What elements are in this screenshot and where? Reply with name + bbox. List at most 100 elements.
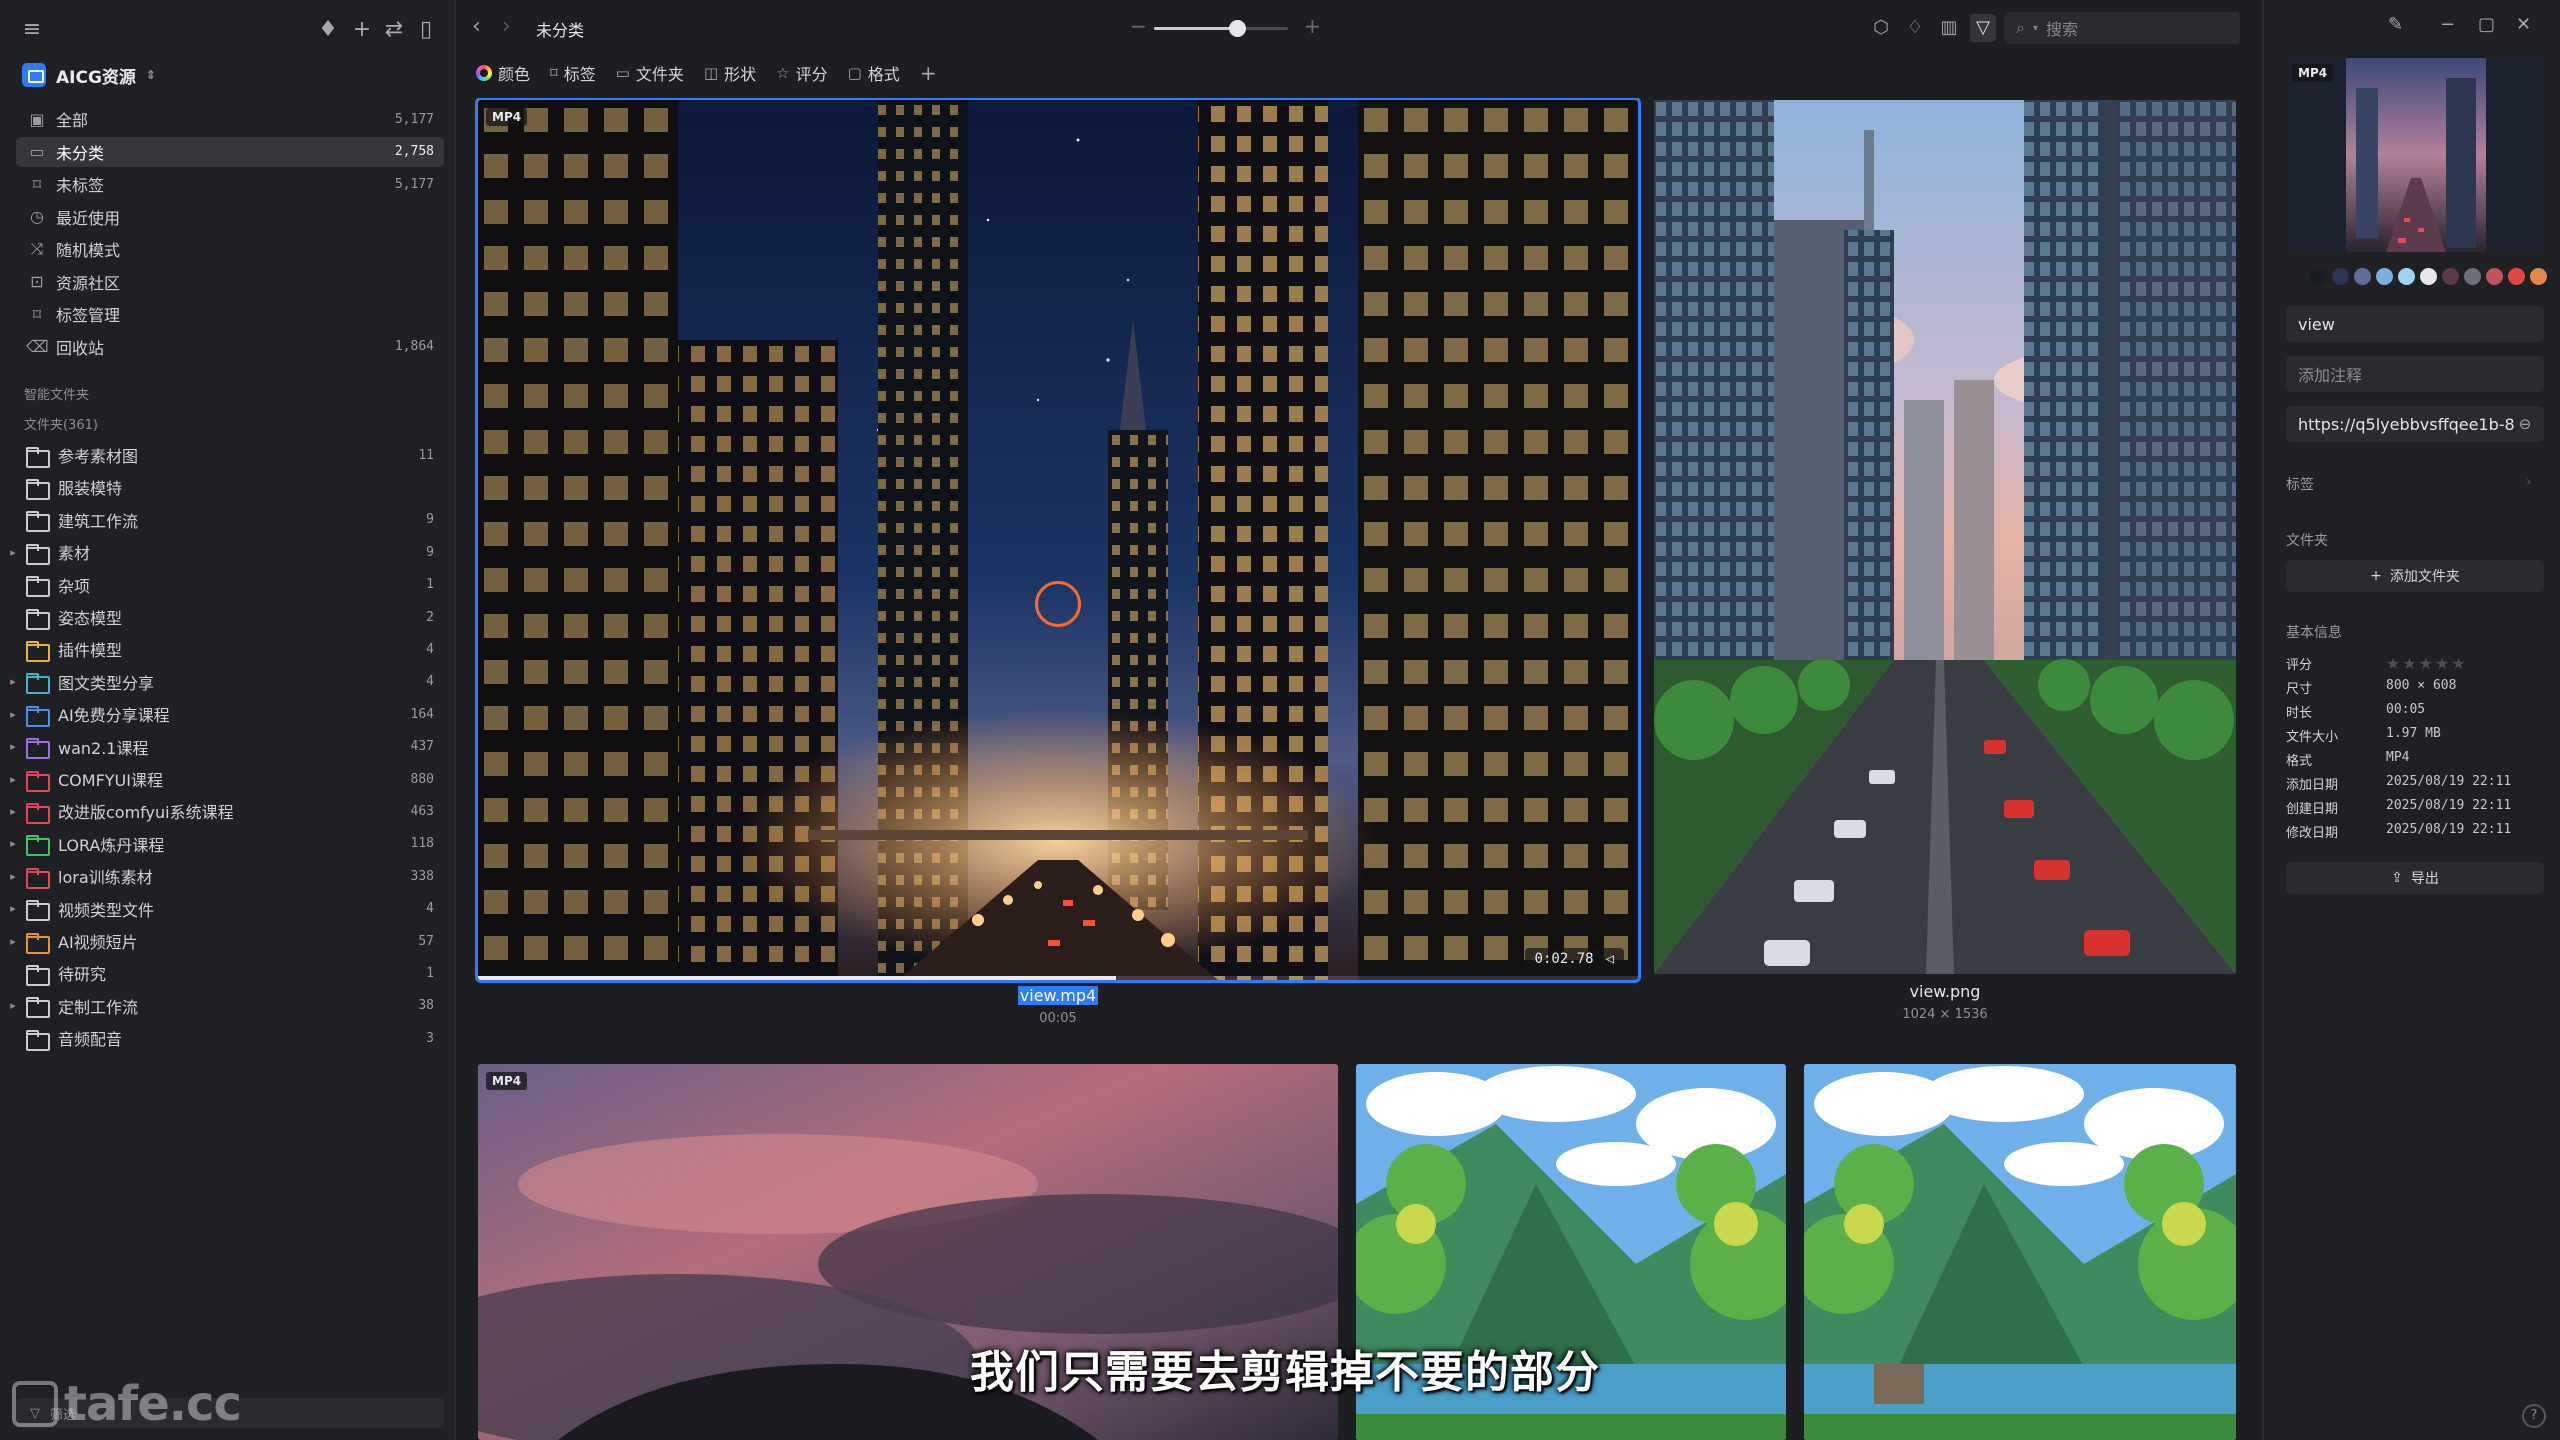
sidebar-nav-item[interactable]: ⌫ 回收站 1,864 <box>16 332 444 362</box>
add-folder-button[interactable]: + 添加文件夹 <box>2286 560 2544 592</box>
expand-arrow-icon[interactable]: ▸ <box>0 708 26 721</box>
color-swatch[interactable] <box>2376 268 2393 285</box>
export-button[interactable]: ⇪ 导出 <box>2286 862 2544 894</box>
asset-name[interactable]: view.mp4 <box>1017 986 1099 1005</box>
zoom-in-icon[interactable]: + <box>1304 14 1321 38</box>
folder-count: 4 <box>426 901 434 917</box>
zoom-out-icon[interactable]: − <box>1130 14 1147 38</box>
folder-item[interactable]: 参考素材图 11 <box>0 440 456 470</box>
pin-icon[interactable]: ♢ <box>1902 14 1928 42</box>
expand-arrow-icon[interactable]: ▸ <box>0 740 26 753</box>
color-swatch[interactable] <box>2332 268 2349 285</box>
folder-item[interactable]: ▸ AI视频短片 57 <box>0 926 456 956</box>
zoom-handle[interactable] <box>1229 20 1247 37</box>
bell-icon[interactable]: ♦ <box>312 14 344 46</box>
expand-arrow-icon[interactable]: ▸ <box>0 870 26 883</box>
pin-window-icon[interactable]: ✎ <box>2388 14 2403 35</box>
back-icon[interactable]: ‹ <box>472 14 481 39</box>
folder-item[interactable]: ▸ 图文类型分享 4 <box>0 667 456 697</box>
color-swatch[interactable] <box>2486 268 2503 285</box>
sidebar-nav-item[interactable]: ⌑ 未标签 5,177 <box>16 169 444 199</box>
sidebar-nav-item[interactable]: ⤨ 随机模式 <box>16 234 444 264</box>
library-switcher[interactable]: AICG资源 ⇕ <box>22 58 156 92</box>
color-swatch[interactable] <box>2530 268 2547 285</box>
color-swatch[interactable] <box>2310 268 2327 285</box>
sidebar-nav-item[interactable]: ▣ 全部 5,177 <box>16 104 444 134</box>
expand-arrow-icon[interactable]: ▸ <box>0 935 26 948</box>
expand-arrow-icon[interactable]: ▸ <box>0 675 26 688</box>
sidebar-nav-item[interactable]: ▭ 未分类 2,758 <box>16 136 444 167</box>
zoom-track[interactable] <box>1154 20 1288 37</box>
filter-rating[interactable]: ☆ 评分 <box>776 61 827 85</box>
filter-color[interactable]: 颜色 <box>476 61 530 85</box>
asset-name[interactable]: view.png <box>1910 982 1981 1001</box>
minimize-icon[interactable]: − <box>2440 14 2455 35</box>
close-icon[interactable]: ✕ <box>2516 14 2531 35</box>
info-row: 修改日期 2025/08/19 22:11 <box>2286 822 2544 846</box>
chevron-right-icon[interactable]: › <box>2526 474 2532 490</box>
smart-folders-heading: 智能文件夹 <box>24 388 90 403</box>
asset-card-image[interactable] <box>1654 100 2236 974</box>
folder-item[interactable]: ▸ 定制工作流 38 <box>0 991 456 1021</box>
name-field[interactable]: view <box>2286 306 2544 342</box>
rating-stars[interactable]: ★★★★★ <box>2386 654 2468 678</box>
color-swatch[interactable] <box>2354 268 2371 285</box>
volume-icon[interactable]: ◁ <box>1606 951 1614 967</box>
zoom-slider[interactable]: − + <box>1126 14 1331 38</box>
folder-item[interactable]: 插件模型 4 <box>0 634 456 664</box>
maximize-icon[interactable]: ▢ <box>2478 14 2495 35</box>
folder-item[interactable]: 音频配音 3 <box>0 1023 456 1053</box>
menu-icon[interactable]: ≡ <box>16 14 48 46</box>
add-icon[interactable]: + <box>346 14 378 46</box>
expand-arrow-icon[interactable]: ▸ <box>0 773 26 786</box>
folder-item[interactable]: ▸ AI免费分享课程 164 <box>0 699 456 729</box>
sidebar-nav-item[interactable]: ⊡ 资源社区 <box>16 267 444 297</box>
expand-arrow-icon[interactable]: ▸ <box>0 546 26 559</box>
folder-item[interactable]: ▸ 改进版comfyui系统课程 463 <box>0 796 456 826</box>
expand-arrow-icon[interactable]: ▸ <box>0 902 26 915</box>
video-progress[interactable] <box>478 976 1638 980</box>
folder-item[interactable]: ▸ 素材 9 <box>0 537 456 567</box>
help-icon[interactable]: ? <box>2522 1404 2546 1428</box>
nav-count: 5,177 <box>394 111 434 127</box>
folder-item[interactable]: ▸ 视频类型文件 4 <box>0 894 456 924</box>
asset-card-image[interactable] <box>1804 1064 2236 1440</box>
color-swatch[interactable] <box>2420 268 2437 285</box>
color-swatch[interactable] <box>2464 268 2481 285</box>
url-field[interactable]: https://q5lyebbvsffqee1b-8( ⊖ <box>2286 406 2544 442</box>
color-swatch[interactable] <box>2442 268 2459 285</box>
add-filter-button[interactable]: + <box>920 61 937 85</box>
folder-item[interactable]: ▸ COMFYUI课程 880 <box>0 764 456 794</box>
folder-item[interactable]: 杂项 1 <box>0 570 456 600</box>
filter-tags[interactable]: ⌑ 标签 <box>550 61 596 85</box>
expand-arrow-icon[interactable]: ▸ <box>0 805 26 818</box>
folder-item[interactable]: ▸ wan2.1课程 437 <box>0 732 456 762</box>
folder-item[interactable]: 待研究 1 <box>0 958 456 988</box>
folder-item[interactable]: 建筑工作流 9 <box>0 505 456 535</box>
filter-folder[interactable]: ▭ 文件夹 <box>616 61 684 85</box>
filter-format[interactable]: ▢ 格式 <box>848 61 900 85</box>
filter-funnel-icon[interactable]: ▽ <box>1970 14 1996 42</box>
folder-item[interactable]: 服装模特 <box>0 472 456 502</box>
folder-item[interactable]: ▸ LORA炼丹课程 118 <box>0 829 456 859</box>
cursor-highlight <box>1035 581 1081 627</box>
forward-icon[interactable]: › <box>502 14 511 39</box>
layout-icon[interactable]: ▥ <box>1936 14 1962 42</box>
color-swatch[interactable] <box>2398 268 2415 285</box>
preview-image <box>2286 58 2544 252</box>
expand-arrow-icon[interactable]: ▸ <box>0 999 26 1012</box>
filter-shape[interactable]: ◫ 形状 <box>704 61 756 85</box>
color-swatch[interactable] <box>2508 268 2525 285</box>
share-icon[interactable]: ⬡ <box>1868 14 1894 42</box>
search-input[interactable]: ⌕ ▾ 搜索 <box>2004 12 2240 44</box>
folder-item[interactable]: 姿态模型 2 <box>0 602 456 632</box>
sidebar-nav-item[interactable]: ◷ 最近使用 <box>16 202 444 232</box>
sidebar-nav-item[interactable]: ⌑ 标签管理 <box>16 299 444 329</box>
folder-item[interactable]: ▸ lora训练素材 338 <box>0 861 456 891</box>
panel-toggle-icon[interactable]: ▯ <box>410 14 442 46</box>
swap-icon[interactable]: ⇄ <box>378 14 410 46</box>
asset-card-video[interactable]: MP4 0:02.78 ◁ <box>475 98 1641 983</box>
expand-arrow-icon[interactable]: ▸ <box>0 837 26 850</box>
note-field[interactable]: 添加注释 <box>2286 356 2544 392</box>
link-icon[interactable]: ⊖ <box>2514 413 2536 435</box>
